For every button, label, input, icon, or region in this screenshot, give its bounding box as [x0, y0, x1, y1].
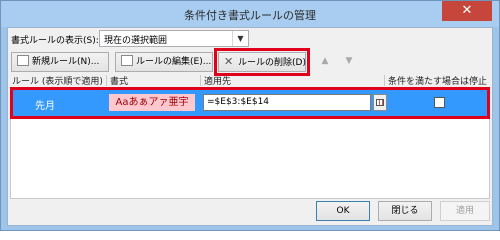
column-divider	[106, 75, 107, 86]
title-bar[interactable]: 条件付き書式ルールの管理 ✕	[1, 1, 499, 27]
show-rules-label: 書式ルールの表示(S):	[11, 36, 99, 46]
chevron-down-icon[interactable]: ▼	[232, 31, 248, 46]
delete-button-highlight	[214, 48, 310, 76]
rule-row-highlight	[10, 87, 490, 119]
close-button[interactable]: 閉じる	[378, 201, 432, 221]
edit-rule-button[interactable]: ルールの編集(E)...	[115, 52, 213, 72]
close-window-button[interactable]: ✕	[442, 1, 492, 21]
rules-list[interactable]: 先月 Aaあぁアァ亜宇 =$E$3:$E$14	[10, 87, 490, 199]
column-divider	[384, 75, 385, 86]
ok-button[interactable]: OK	[316, 201, 370, 221]
show-rules-dropdown[interactable]: 現在の選択範囲 ▼	[99, 30, 249, 47]
column-divider	[200, 75, 201, 86]
column-format[interactable]: 書式	[110, 74, 128, 87]
move-down-button[interactable]: ▼	[338, 52, 360, 72]
new-rule-icon	[17, 55, 29, 66]
column-stop-if-true[interactable]: 条件を満たす場合は停止	[388, 74, 487, 87]
dialog-title: 条件付き書式ルールの管理	[184, 9, 316, 22]
edit-rule-label: ルールの編集(E)...	[136, 57, 212, 67]
new-rule-label: 新規ルール(N)...	[32, 57, 100, 67]
move-up-button[interactable]: ▲	[314, 52, 336, 72]
show-rules-value: 現在の選択範囲	[104, 36, 168, 46]
edit-rule-icon	[121, 55, 133, 66]
rules-header: ルール (表示順で適用) 書式 適用先 条件を満たす場合は停止	[10, 74, 490, 87]
new-rule-button[interactable]: 新規ルール(N)...	[11, 52, 109, 72]
dialog-window: 条件付き書式ルールの管理 ✕ 書式ルールの表示(S): 現在の選択範囲 ▼ 新規…	[0, 0, 500, 231]
column-applies-to[interactable]: 適用先	[204, 74, 231, 87]
column-rule[interactable]: ルール (表示順で適用)	[12, 74, 103, 87]
apply-button[interactable]: 適用	[440, 201, 490, 221]
dialog-body: 書式ルールの表示(S): 現在の選択範囲 ▼ 新規ルール(N)... ルールの編…	[7, 27, 493, 226]
